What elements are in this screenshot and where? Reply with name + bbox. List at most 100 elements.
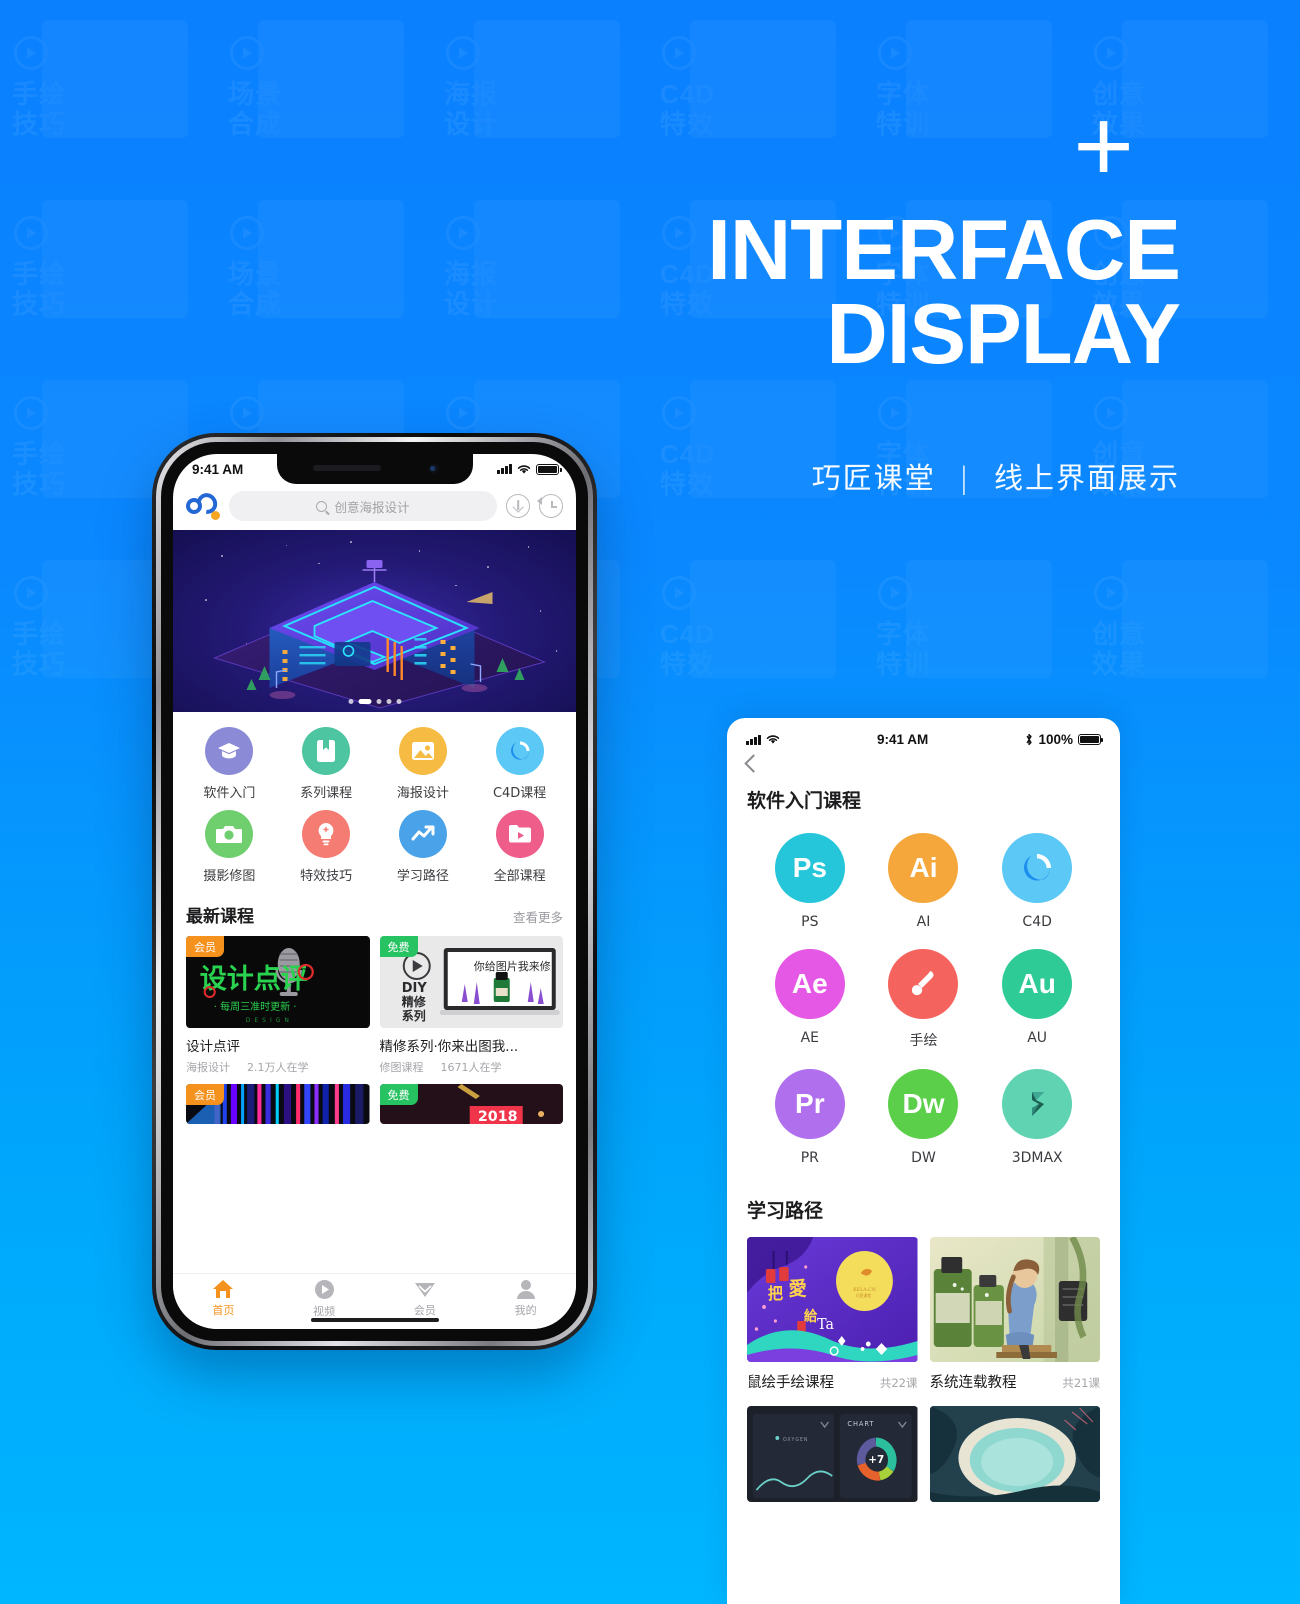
path-thumbnail bbox=[929, 1406, 1100, 1502]
home-icon bbox=[213, 1280, 234, 1298]
course-category: 海报设计 bbox=[186, 1061, 230, 1074]
path-title: 鼠绘手绘课程 bbox=[747, 1375, 834, 1391]
watermark-text: 海报 设计 bbox=[444, 259, 499, 319]
wifi-icon bbox=[766, 735, 780, 744]
ae-icon: Ae bbox=[774, 949, 845, 1019]
diamond-icon bbox=[414, 1283, 435, 1297]
right-phone-panel: 9:41 AM 100% 软件入门课程 Ps PS Ai AI C4D Ae A… bbox=[727, 718, 1120, 1604]
watermark-play-triangle bbox=[27, 47, 36, 59]
software-item[interactable]: Ae AE bbox=[753, 949, 867, 1050]
dw-icon: Dw bbox=[888, 1069, 959, 1139]
lightbulb-icon bbox=[302, 810, 351, 858]
learning-path-grid: KELA.CN 巧匠课堂 把 愛 給 Ta 鼠绘手绘课程 共22课 系统连载教程… bbox=[727, 1227, 1120, 1392]
watermark-card bbox=[258, 200, 404, 318]
software-item[interactable]: 手绘 bbox=[867, 949, 981, 1050]
watermark-play-icon bbox=[446, 396, 480, 430]
course-tag: 免费 bbox=[379, 1084, 418, 1105]
watermark-play-icon bbox=[14, 36, 48, 70]
category-item[interactable]: 海报设计 bbox=[375, 727, 472, 801]
learning-path-card[interactable]: 系统连载教程 共21课 bbox=[929, 1237, 1100, 1392]
hero-title-line1: INTERFACE bbox=[707, 202, 1181, 298]
search-input[interactable]: 创意海报设计 bbox=[229, 491, 497, 521]
course-card[interactable]: 会员 bbox=[186, 1084, 370, 1124]
software-item[interactable]: Dw DW bbox=[867, 1069, 981, 1166]
watermark-play-icon bbox=[230, 36, 264, 70]
learning-path-card[interactable]: CHART OXYGEN +7 bbox=[747, 1406, 918, 1502]
latest-courses-header: 最新课程 查看更多 bbox=[173, 890, 576, 936]
software-item[interactable]: 3DMAX bbox=[980, 1069, 1094, 1166]
software-item[interactable]: Pr PR bbox=[753, 1069, 867, 1166]
watermark-play-triangle bbox=[675, 587, 684, 599]
watermark-text: 海报 设计 bbox=[444, 79, 499, 139]
svg-text:給: 給 bbox=[804, 1308, 818, 1325]
isometric-building-illustration bbox=[213, 560, 547, 709]
home-indicator bbox=[310, 1317, 439, 1322]
course-card[interactable]: 会员 设计点评 · 每周三准时更新 · DESIGN 设计点评 海报设计 2.1… bbox=[186, 936, 370, 1075]
watermark-play-triangle bbox=[891, 47, 900, 59]
watermark-text: 手绘 技巧 bbox=[12, 79, 67, 139]
watermark-text: 场景 合成 bbox=[228, 259, 283, 319]
aerial-lagoon-art bbox=[929, 1406, 1100, 1502]
software-item[interactable]: Ai AI bbox=[867, 833, 981, 930]
course-tag: 会员 bbox=[186, 936, 224, 957]
view-more-link[interactable]: 查看更多 bbox=[513, 907, 563, 926]
tab-home[interactable]: 首页 bbox=[173, 1279, 274, 1329]
course-tag: 免费 bbox=[379, 936, 418, 957]
ai-icon: Ai bbox=[888, 833, 959, 903]
course-card[interactable]: 免费 DIY 精修 系列 你给图片我来修 精修系列·你来出图我... 修图课程 … bbox=[379, 936, 563, 1075]
hero-banner-carousel[interactable] bbox=[173, 530, 576, 712]
watermark-text: 创意 效果 bbox=[1092, 619, 1147, 679]
tab-label: 首页 bbox=[212, 1304, 235, 1317]
software-item[interactable]: C4D bbox=[980, 833, 1094, 930]
panel-heading: 软件入门课程 bbox=[747, 790, 862, 812]
category-item[interactable]: 软件入门 bbox=[181, 727, 278, 801]
chart-value: +7 bbox=[868, 1453, 884, 1466]
qiaojiang-logo bbox=[186, 489, 222, 520]
hero-subtitle-divider: | bbox=[958, 461, 971, 496]
person-icon bbox=[516, 1280, 535, 1299]
history-icon[interactable] bbox=[537, 494, 563, 518]
learning-path-card[interactable] bbox=[929, 1406, 1100, 1502]
course-thumbnail: 免费 2018 bbox=[379, 1084, 563, 1124]
category-item[interactable]: 特效技巧 bbox=[278, 810, 375, 884]
learning-path-card[interactable]: KELA.CN 巧匠课堂 把 愛 給 Ta 鼠绘手绘课程 共22课 bbox=[747, 1237, 918, 1392]
watermark-play-icon bbox=[230, 396, 264, 430]
bluetooth-icon bbox=[1025, 733, 1033, 746]
course-card-grid: 会员 设计点评 · 每周三准时更新 · DESIGN 设计点评 海报设计 2.1… bbox=[173, 936, 576, 1124]
category-label: 特效技巧 bbox=[300, 869, 353, 884]
watermark-play-icon bbox=[446, 216, 480, 250]
watermark-play-icon bbox=[662, 36, 696, 70]
tab-label: 会员 bbox=[413, 1304, 436, 1317]
signal-bars-icon bbox=[497, 464, 512, 474]
3dmax-icon bbox=[1002, 1069, 1073, 1139]
software-label: C4D bbox=[1022, 914, 1052, 930]
watermark-card bbox=[906, 560, 1052, 678]
watermark-card bbox=[42, 200, 188, 318]
category-item[interactable]: 学习路径 bbox=[375, 810, 472, 884]
hero-subtitle-right: 线上界面展示 bbox=[993, 461, 1180, 496]
watermark-card bbox=[474, 20, 620, 138]
download-icon[interactable] bbox=[506, 494, 530, 518]
software-item[interactable]: Au AU bbox=[980, 949, 1094, 1050]
watermark-card bbox=[1122, 560, 1268, 678]
watermark-card bbox=[690, 560, 836, 678]
category-item[interactable]: 系列课程 bbox=[278, 727, 375, 801]
camera-icon bbox=[205, 810, 254, 858]
back-button[interactable] bbox=[727, 751, 1120, 773]
front-camera bbox=[427, 463, 439, 474]
category-item[interactable]: C4D课程 bbox=[471, 727, 568, 801]
course-tag: 会员 bbox=[186, 1084, 224, 1105]
watermark-play-triangle bbox=[459, 47, 468, 59]
course-learners: 2.1万人在学 bbox=[247, 1061, 309, 1074]
category-item[interactable]: 全部课程 bbox=[471, 810, 568, 884]
category-item[interactable]: 摄影修图 bbox=[181, 810, 278, 884]
video-folder-icon bbox=[495, 810, 544, 858]
image-icon bbox=[398, 727, 447, 775]
svg-text:DESIGN: DESIGN bbox=[246, 1017, 293, 1024]
notch bbox=[276, 454, 473, 484]
course-card[interactable]: 免费 2018 bbox=[379, 1084, 563, 1124]
carousel-dots[interactable] bbox=[348, 699, 401, 704]
hero-block: + INTERFACE DISPLAY 巧匠课堂 | 线上界面展示 bbox=[660, 94, 1181, 497]
tab-profile[interactable]: 我的 bbox=[475, 1279, 576, 1329]
software-item[interactable]: Ps PS bbox=[753, 833, 867, 930]
